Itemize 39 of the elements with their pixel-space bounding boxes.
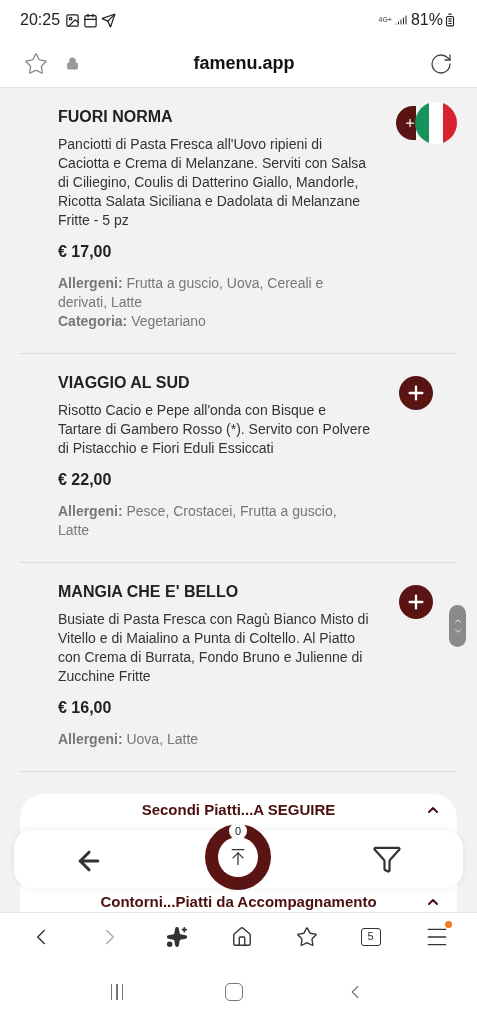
url-text[interactable]: famenu.app (79, 50, 409, 77)
dish-detail: Allergeni: Uova, Latte (58, 730, 200, 749)
dish-description: Risotto Cacio e Pepe all'onda con Bisque e Tartare di Gambero Rosso (*). Servito con Polvere di Pistacchio e Fiori Eduli Essiccati (58, 401, 371, 458)
dish-price: € 22,00 (58, 470, 113, 490)
dish-name: MANGIA CHE E' BELLO (58, 582, 240, 602)
dish-detail: Categoria: Vegetariano (58, 312, 207, 331)
add-button[interactable] (399, 376, 433, 410)
dish-name: FUORI NORMA (58, 107, 174, 127)
filter-icon[interactable] (372, 844, 402, 874)
add-button[interactable] (399, 585, 433, 619)
chevron-down-icon (452, 626, 463, 636)
tab-count[interactable]: 5 (360, 927, 381, 946)
scroll-handle[interactable] (449, 605, 466, 647)
calendar-icon (83, 12, 99, 28)
dish-detail: Allergeni: Frutta a guscio, Uova, Cereali e derivati, Latte (58, 274, 325, 312)
sparkles-icon[interactable] (165, 925, 188, 948)
lock-icon (66, 57, 79, 70)
home-icon[interactable] (230, 925, 253, 948)
home-button-icon[interactable] (224, 983, 243, 1001)
battery-level: 81% (410, 10, 443, 30)
recent-apps-icon[interactable] (110, 984, 124, 1000)
add-button[interactable] (396, 106, 416, 140)
chevron-up-icon (452, 616, 463, 626)
section-title[interactable]: Contorni...Piatti da Accompagnamento (100, 890, 377, 912)
dish-description: Panciotti di Pasta Fresca all'Uovo ripieni di Caciotta e Crema di Melanzane. Serviti con Salsa di Ciliegino, Coulis di Datterino Giallo, Mandorle, Ricotta Salata Siciliana e Dadolata di Melanzane Fritte - 5 pz (58, 135, 368, 230)
bookmark-star-icon[interactable] (24, 51, 48, 76)
section-title[interactable]: Secondi Piatti...A SEGUIRE (141, 798, 336, 822)
send-icon (101, 12, 117, 28)
reload-icon[interactable] (429, 51, 453, 76)
dish-detail: Allergeni: Pesce, Crostacei, Frutta a guscio, Latte (58, 502, 338, 540)
dish-price: € 16,00 (58, 698, 113, 718)
dish-description: Busiate di Pasta Fresca con Ragù Bianco Misto di Vitello e di Maialino a Punta di Coltello. Al Piatto con Crema di Burrata, Fondo Bruno e Julienne di Zucchine Fritte (58, 610, 370, 686)
status-time: 20:25 (20, 10, 61, 30)
dish-price: € 17,00 (58, 242, 113, 262)
italian-flag-icon[interactable] (415, 102, 457, 144)
bookmarks-icon[interactable] (295, 925, 318, 948)
battery-icon (443, 13, 457, 27)
image-icon (65, 12, 81, 28)
dish-name: VIAGGIO AL SUD (58, 373, 191, 393)
